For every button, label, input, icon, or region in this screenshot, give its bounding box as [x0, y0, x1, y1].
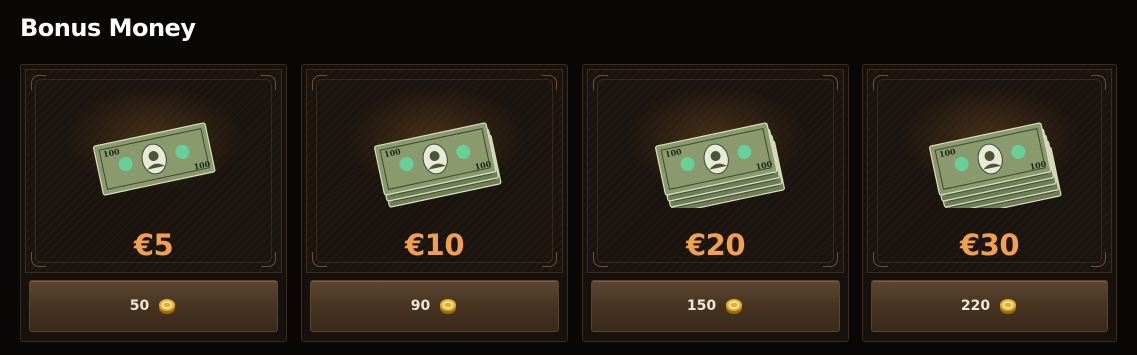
- card-image-panel: 100 100 €10: [306, 69, 563, 273]
- gold-coin-icon: [1000, 299, 1017, 314]
- banknote-stack-icon: 100100: [654, 122, 785, 208]
- gold-coin-icon: [726, 299, 743, 314]
- frame-corner: [873, 75, 888, 90]
- price-label: 220: [960, 298, 991, 314]
- frame-corner: [312, 75, 327, 90]
- buy-button[interactable]: 90: [310, 280, 559, 332]
- bonus-money-cards: 100 100 €5 50 100 100 €10 90 100 100 €20…: [20, 64, 1117, 342]
- bonus-amount: €20: [685, 228, 746, 262]
- gold-coin-icon: [159, 299, 176, 314]
- bonus-amount: €5: [133, 228, 174, 262]
- banknote-stack-icon: 100100: [92, 122, 215, 196]
- bonus-amount: €30: [959, 228, 1020, 262]
- section-title: Bonus Money: [20, 14, 196, 42]
- price-label: 150: [686, 298, 717, 314]
- buy-button[interactable]: 220: [871, 280, 1108, 332]
- buy-button[interactable]: 150: [591, 280, 840, 332]
- frame-corner: [593, 75, 608, 90]
- banknote-stack-icon: 100100: [928, 122, 1061, 208]
- frame-corner: [823, 75, 838, 90]
- card-image-panel: 100 100 €20: [587, 69, 844, 273]
- frame-corner: [1091, 75, 1106, 90]
- gold-coin-icon: [440, 299, 457, 314]
- banknote-stack-icon: 100100: [373, 122, 501, 208]
- frame-corner: [31, 75, 46, 90]
- bonus-card-10[interactable]: 100 100 €10 90: [301, 64, 568, 342]
- buy-button[interactable]: 50: [29, 280, 278, 332]
- frame-corner: [261, 75, 276, 90]
- bonus-card-20[interactable]: 100 100 €20 150: [582, 64, 849, 342]
- bonus-amount: €10: [404, 228, 465, 262]
- banknote: 100100: [92, 122, 215, 196]
- bonus-card-30[interactable]: 100 100 €30 220: [862, 64, 1117, 342]
- price-label: 90: [410, 298, 431, 314]
- card-image-panel: 100 100 €5: [25, 69, 282, 273]
- frame-corner: [542, 75, 557, 90]
- price-label: 50: [129, 298, 150, 314]
- bonus-card-5[interactable]: 100 100 €5 50: [20, 64, 287, 342]
- card-image-panel: 100 100 €30: [867, 69, 1112, 273]
